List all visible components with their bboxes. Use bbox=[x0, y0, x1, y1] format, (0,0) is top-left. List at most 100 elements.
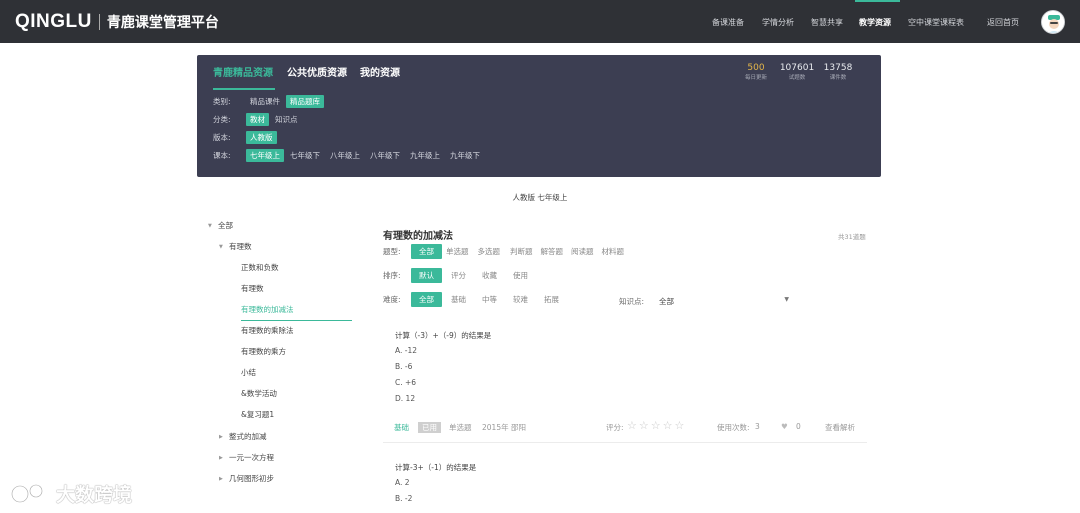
filter-row-sort: 排序: 默认 评分 收藏 使用 bbox=[383, 268, 537, 283]
caret-right-icon: ▶ bbox=[219, 475, 223, 482]
brand-logo[interactable]: QINGLU 青鹿课堂管理平台 bbox=[15, 11, 219, 33]
filter-option-grade8-vol1[interactable]: 八年级上 bbox=[326, 149, 364, 162]
star-icon[interactable]: ☆ bbox=[627, 420, 637, 432]
filter-label: 分类: bbox=[213, 115, 231, 124]
question-type-label: 单选题 bbox=[449, 423, 472, 432]
filter-option-pep-edition[interactable]: 人教版 bbox=[246, 131, 277, 144]
type-option-single[interactable]: 单选题 bbox=[444, 244, 471, 259]
tree-node-section[interactable]: &复习题1 bbox=[241, 409, 274, 420]
sort-option-rating[interactable]: 评分 bbox=[444, 268, 473, 283]
filter-row-classification: 分类: 教材 知识点 bbox=[213, 113, 304, 126]
type-option-material[interactable]: 材料题 bbox=[599, 244, 628, 259]
star-icon[interactable]: ☆ bbox=[663, 420, 673, 432]
stat-courseware-count: 13758 课件数 bbox=[821, 63, 855, 83]
filter-label: 题型: bbox=[383, 247, 401, 256]
nav-learning-analysis[interactable]: 学情分析 bbox=[762, 17, 794, 28]
type-option-judge[interactable]: 判断题 bbox=[507, 244, 536, 259]
tree-node-label: 全部 bbox=[218, 221, 233, 230]
sort-option-default[interactable]: 默认 bbox=[411, 268, 442, 283]
star-icon[interactable]: ☆ bbox=[639, 420, 649, 432]
tree-node-section[interactable]: 正数和负数 bbox=[241, 262, 279, 273]
active-section-underline bbox=[241, 320, 352, 321]
sort-option-usage[interactable]: 使用 bbox=[506, 268, 535, 283]
tree-node-chapter[interactable]: ▶ 几何图形初步 bbox=[219, 473, 274, 484]
type-option-answer[interactable]: 解答题 bbox=[538, 244, 567, 259]
question-total: 共31道题 bbox=[838, 233, 866, 241]
nav-smart-share[interactable]: 智慧共享 bbox=[811, 17, 843, 28]
filter-option-premium-courseware[interactable]: 精品课件 bbox=[246, 95, 284, 108]
difficulty-option-basic[interactable]: 基础 bbox=[444, 292, 473, 307]
difficulty-option-hard[interactable]: 较难 bbox=[506, 292, 535, 307]
filter-option-grade9-vol1[interactable]: 九年级上 bbox=[406, 149, 444, 162]
filter-row-textbook: 课本: 七年级上 七年级下 八年级上 八年级下 九年级上 九年级下 bbox=[213, 149, 486, 162]
difficulty-option-medium[interactable]: 中等 bbox=[475, 292, 504, 307]
tab-my-resources[interactable]: 我的资源 bbox=[360, 64, 400, 79]
filter-option-textbook[interactable]: 教材 bbox=[246, 113, 269, 126]
filter-label: 难度: bbox=[383, 295, 401, 304]
tab-public-resources[interactable]: 公共优质资源 bbox=[287, 64, 347, 79]
usage-count-label: 使用次数: bbox=[717, 423, 750, 432]
filter-option-grade9-vol2[interactable]: 九年级下 bbox=[446, 149, 484, 162]
tree-node-chapter[interactable]: ▶ 整式的加减 bbox=[219, 431, 267, 442]
stat-label: 试题数 bbox=[788, 75, 806, 81]
like-count: 0 bbox=[796, 422, 801, 431]
rating-stars[interactable]: ☆ ☆ ☆ ☆ ☆ bbox=[627, 420, 686, 432]
tree-node-section[interactable]: 有理数的乘方 bbox=[241, 346, 286, 357]
difficulty-option-extended[interactable]: 拓展 bbox=[537, 292, 566, 307]
difficulty-option-all[interactable]: 全部 bbox=[411, 292, 442, 307]
nav-air-classroom-schedule[interactable]: 空中课堂课程表 bbox=[908, 17, 964, 28]
caret-right-icon: ▶ bbox=[219, 433, 223, 440]
filter-label: 课本: bbox=[213, 151, 231, 160]
tree-node-label: 几何图形初步 bbox=[229, 474, 274, 483]
filter-option-grade8-vol2[interactable]: 八年级下 bbox=[366, 149, 404, 162]
tab-qinglu-premium[interactable]: 青鹿精品资源 bbox=[213, 64, 273, 79]
filter-label: 类别: bbox=[213, 97, 231, 106]
type-option-all[interactable]: 全部 bbox=[411, 244, 442, 259]
stat-value: 13758 bbox=[823, 63, 853, 73]
tree-node-section-active[interactable]: 有理数的加减法 bbox=[241, 304, 294, 315]
knowledge-point-value: 全部 bbox=[659, 297, 674, 306]
filter-option-premium-question-bank[interactable]: 精品题库 bbox=[286, 95, 324, 108]
logo-divider bbox=[98, 14, 100, 30]
logo-wordmark: QINGLU bbox=[15, 11, 92, 32]
resource-panel: 青鹿精品资源 公共优质资源 我的资源 500 每日更新 107601 试题数 1… bbox=[197, 55, 881, 177]
avatar-icon bbox=[1042, 11, 1064, 33]
filter-row-question-type: 题型: 全部 单选题 多选题 判断题 解答题 阅读题 材料题 bbox=[383, 244, 629, 259]
tree-node-root[interactable]: ▼ 全部 bbox=[208, 220, 233, 231]
usage-count-value: 3 bbox=[755, 422, 760, 431]
user-avatar[interactable] bbox=[1041, 10, 1065, 34]
tree-node-chapter[interactable]: ▼ 有理数 bbox=[219, 241, 252, 252]
question-option: B. -2 bbox=[395, 494, 413, 503]
star-icon[interactable]: ☆ bbox=[675, 420, 685, 432]
caret-down-icon: ▼ bbox=[208, 222, 212, 229]
tree-node-section[interactable]: 有理数的乘除法 bbox=[241, 325, 294, 336]
type-option-multi[interactable]: 多选题 bbox=[473, 244, 506, 259]
tree-node-section[interactable]: 小结 bbox=[241, 367, 256, 378]
tab-underline bbox=[213, 88, 275, 90]
nav-back-home[interactable]: 返回首页 bbox=[987, 17, 1019, 28]
filter-label: 排序: bbox=[383, 271, 401, 280]
filter-option-knowledge-point[interactable]: 知识点 bbox=[271, 113, 302, 126]
question-option: C. +6 bbox=[395, 378, 417, 387]
filter-row-category: 类别: 精品课件 精品题库 bbox=[213, 95, 326, 108]
filter-row-edition: 版本: 人教版 bbox=[213, 131, 279, 144]
watermark-logo-icon bbox=[10, 483, 44, 503]
view-analysis-link[interactable]: 查看解析 bbox=[825, 422, 855, 433]
nav-lesson-prep[interactable]: 备课准备 bbox=[712, 17, 744, 28]
tree-node-section[interactable]: 有理数 bbox=[241, 283, 264, 294]
knowledge-point-select[interactable]: 全部 ▼ bbox=[653, 292, 791, 309]
type-option-reading[interactable]: 阅读题 bbox=[568, 244, 597, 259]
question-option: A. 2 bbox=[395, 478, 410, 487]
filter-option-grade7-vol2[interactable]: 七年级下 bbox=[286, 149, 324, 162]
tree-node-chapter[interactable]: ▶ 一元一次方程 bbox=[219, 452, 274, 463]
star-icon[interactable]: ☆ bbox=[651, 420, 661, 432]
heart-icon[interactable]: ♥ bbox=[781, 422, 788, 431]
section-title: 有理数的加减法 bbox=[383, 231, 453, 242]
nav-teaching-resources[interactable]: 教学资源 bbox=[859, 17, 891, 28]
stat-value: 500 bbox=[747, 63, 765, 73]
caret-right-icon: ▶ bbox=[219, 454, 223, 461]
sort-option-favorite[interactable]: 收藏 bbox=[475, 268, 504, 283]
tree-node-section[interactable]: &数学活动 bbox=[241, 388, 277, 399]
difficulty-badge: 基础 bbox=[394, 423, 409, 432]
filter-option-grade7-vol1[interactable]: 七年级上 bbox=[246, 149, 284, 162]
